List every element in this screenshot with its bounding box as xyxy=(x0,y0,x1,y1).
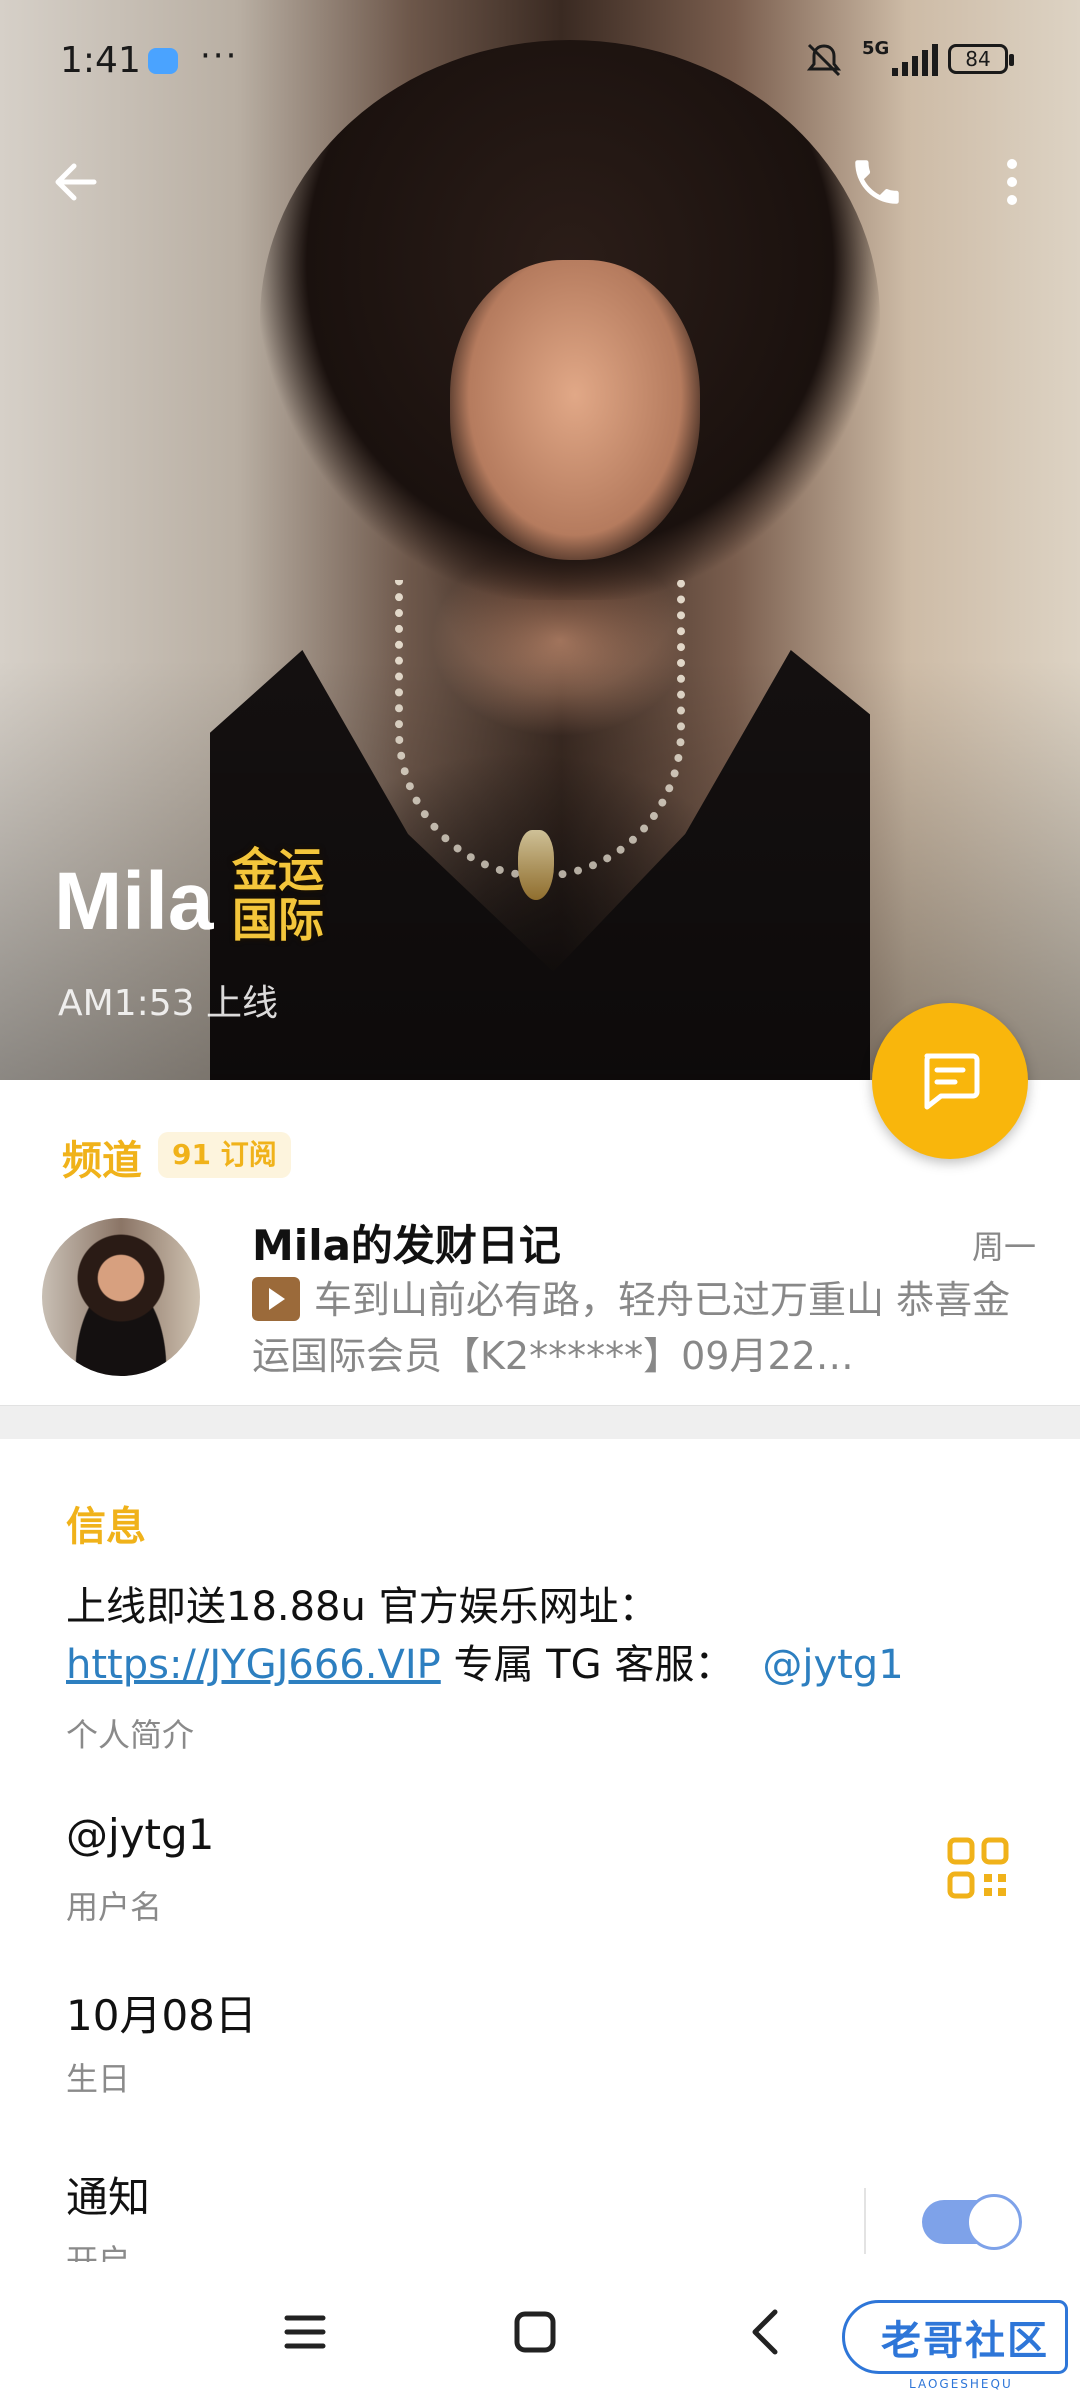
emoji-status-badge[interactable]: 金运国际 xyxy=(232,845,352,955)
menu-icon xyxy=(284,2315,326,2349)
notification-chat-icon xyxy=(148,48,178,74)
home-button[interactable] xyxy=(500,2302,570,2362)
status-bar: 1:41 ··· 5G 84 xyxy=(0,0,1080,120)
status-overflow: ··· xyxy=(200,36,239,76)
last-seen-status: AM1:53 上线 xyxy=(58,983,278,1024)
recents-button[interactable] xyxy=(270,2302,340,2362)
home-square-icon xyxy=(514,2311,556,2353)
watermark-logo: 老哥社区 LAOGESHEQU xyxy=(842,2300,1068,2391)
section-divider xyxy=(0,1405,1080,1439)
username-value[interactable]: @jytg1 xyxy=(66,1810,214,1859)
username-caption: 用户名 xyxy=(66,1888,163,1926)
signal-icon xyxy=(892,44,938,76)
bio-link[interactable]: https://JYGJ666.VIP xyxy=(66,1642,441,1688)
back-arrow-icon xyxy=(55,163,97,201)
info-section-label: 信息 xyxy=(66,1504,146,1550)
profile-screen: 1:41 ··· 5G 84 Mila 金运国际 AM1:53 上线 频道 91… xyxy=(0,0,1080,2400)
system-back-button[interactable] xyxy=(730,2302,800,2362)
more-vertical-icon xyxy=(1007,159,1017,205)
watermark-text: 老哥社区 xyxy=(881,2318,1049,2364)
birthday-caption: 生日 xyxy=(66,2060,131,2098)
subscriber-count-badge: 91 订阅 xyxy=(158,1132,291,1178)
more-options-button[interactable] xyxy=(970,140,1054,224)
channel-title: Mila的发财日记 xyxy=(252,1221,561,1270)
birthday-value: 10月08日 xyxy=(66,1991,257,2040)
channel-preview: 车到山前必有路，轻舟已过万重山 恭喜金运国际会员【K2******】09月22… xyxy=(252,1272,1042,1384)
channel-preview-text: 车到山前必有路，轻舟已过万重山 恭喜金运国际会员【K2******】09月22… xyxy=(252,1278,1011,1378)
network-type: 5G xyxy=(862,38,890,59)
watermark-subtext: LAOGESHEQU xyxy=(909,2377,1013,2391)
toggle-separator xyxy=(864,2188,866,2254)
bio-text: 上线即送18.88u 官方娱乐网址： https://JYGJ666.VIP 专… xyxy=(66,1578,1026,1694)
back-button[interactable] xyxy=(34,140,118,224)
nav-back-icon xyxy=(752,2309,778,2355)
battery-icon: 84 xyxy=(948,44,1014,74)
qr-code-button[interactable] xyxy=(946,1836,1010,1900)
message-icon xyxy=(924,1053,980,1110)
profile-name: Mila xyxy=(54,856,214,947)
send-message-button[interactable] xyxy=(872,1003,1028,1159)
battery-level: 84 xyxy=(965,47,991,71)
status-time: 1:41 xyxy=(60,40,141,81)
notifications-label[interactable]: 通知 xyxy=(66,2164,150,2225)
photo-face xyxy=(450,260,700,560)
bio-middle: 专属 TG 客服： xyxy=(440,1642,735,1688)
bio-caption: 个人简介 xyxy=(66,1716,195,1754)
mute-bell-icon xyxy=(806,43,842,77)
channel-avatar[interactable] xyxy=(42,1218,200,1376)
bio-line: 上线即送18.88u 官方娱乐网址： xyxy=(66,1584,659,1630)
notifications-toggle[interactable] xyxy=(922,2194,1022,2250)
channel-section-label: 频道 xyxy=(62,1138,142,1184)
bio-mention[interactable]: @jytg1 xyxy=(762,1642,903,1688)
qr-code-icon xyxy=(947,1837,1009,1899)
video-play-icon xyxy=(252,1277,300,1321)
channel-last-post-day: 周一 xyxy=(971,1228,1036,1266)
phone-icon xyxy=(855,160,899,204)
call-button[interactable] xyxy=(835,140,919,224)
